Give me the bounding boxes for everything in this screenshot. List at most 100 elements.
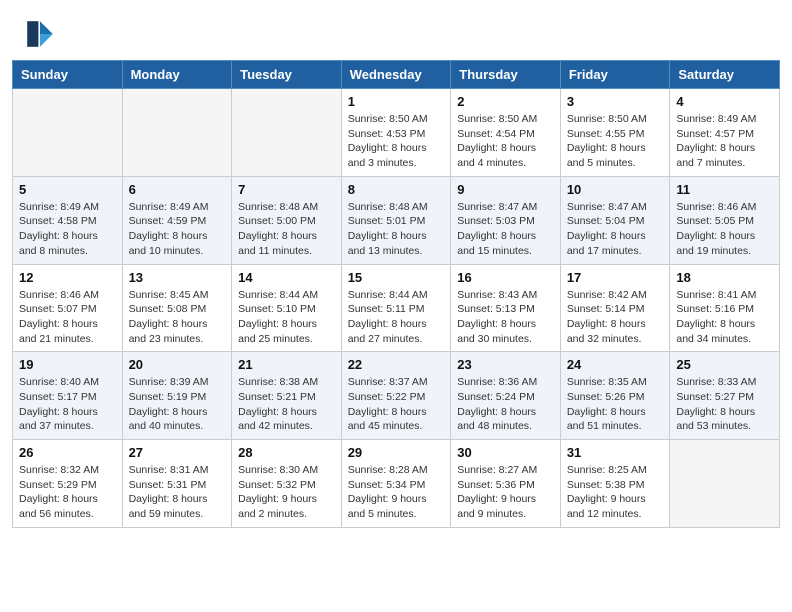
day-info: Sunrise: 8:50 AMSunset: 4:55 PMDaylight:… — [567, 112, 664, 171]
calendar-cell: 21 Sunrise: 8:38 AMSunset: 5:21 PMDayligh… — [232, 352, 342, 440]
day-info: Sunrise: 8:39 AMSunset: 5:19 PMDaylight:… — [129, 375, 226, 434]
day-number: 17 — [567, 270, 664, 285]
day-info: Sunrise: 8:46 AMSunset: 5:05 PMDaylight:… — [676, 200, 773, 259]
day-number: 28 — [238, 445, 335, 460]
calendar-table: SundayMondayTuesdayWednesdayThursdayFrid… — [12, 60, 780, 528]
day-info: Sunrise: 8:35 AMSunset: 5:26 PMDaylight:… — [567, 375, 664, 434]
calendar-cell — [122, 89, 232, 177]
calendar-cell: 14 Sunrise: 8:44 AMSunset: 5:10 PMDayligh… — [232, 264, 342, 352]
day-info: Sunrise: 8:25 AMSunset: 5:38 PMDaylight:… — [567, 463, 664, 522]
day-number: 6 — [129, 182, 226, 197]
day-number: 1 — [348, 94, 445, 109]
day-number: 26 — [19, 445, 116, 460]
day-number: 7 — [238, 182, 335, 197]
day-info: Sunrise: 8:46 AMSunset: 5:07 PMDaylight:… — [19, 288, 116, 347]
day-number: 29 — [348, 445, 445, 460]
calendar-cell: 12Sunrise: 8:46 AMSunset: 5:07 PMDayligh… — [13, 264, 123, 352]
calendar-cell: 5 Sunrise: 8:49 AMSunset: 4:58 PMDaylight… — [13, 176, 123, 264]
day-number: 22 — [348, 357, 445, 372]
calendar-cell: 9Sunrise: 8:47 AMSunset: 5:03 PMDaylight… — [451, 176, 561, 264]
day-number: 5 — [19, 182, 116, 197]
day-number: 18 — [676, 270, 773, 285]
calendar-cell: 30 Sunrise: 8:27 AMSunset: 5:36 PMDayligh… — [451, 440, 561, 528]
logo — [24, 18, 60, 50]
day-info: Sunrise: 8:47 AMSunset: 5:04 PMDaylight:… — [567, 200, 664, 259]
weekday-header-monday: Monday — [122, 61, 232, 89]
day-info: Sunrise: 8:43 AMSunset: 5:13 PMDaylight:… — [457, 288, 554, 347]
calendar-cell: 25 Sunrise: 8:33 AMSunset: 5:27 PMDayligh… — [670, 352, 780, 440]
day-number: 3 — [567, 94, 664, 109]
calendar-cell — [13, 89, 123, 177]
weekday-header-tuesday: Tuesday — [232, 61, 342, 89]
day-number: 11 — [676, 182, 773, 197]
weekday-header-sunday: Sunday — [13, 61, 123, 89]
day-info: Sunrise: 8:48 AMSunset: 5:01 PMDaylight:… — [348, 200, 445, 259]
calendar-cell: 6 Sunrise: 8:49 AMSunset: 4:59 PMDaylight… — [122, 176, 232, 264]
calendar-cell: 27 Sunrise: 8:31 AMSunset: 5:31 PMDayligh… — [122, 440, 232, 528]
calendar-week-row-4: 19 Sunrise: 8:40 AMSunset: 5:17 PMDayligh… — [13, 352, 780, 440]
calendar-cell: 16 Sunrise: 8:43 AMSunset: 5:13 PMDayligh… — [451, 264, 561, 352]
calendar-week-row-2: 5 Sunrise: 8:49 AMSunset: 4:58 PMDaylight… — [13, 176, 780, 264]
day-number: 21 — [238, 357, 335, 372]
day-info: Sunrise: 8:42 AMSunset: 5:14 PMDaylight:… — [567, 288, 664, 347]
day-number: 4 — [676, 94, 773, 109]
day-info: Sunrise: 8:49 AMSunset: 4:59 PMDaylight:… — [129, 200, 226, 259]
calendar-cell: 31 Sunrise: 8:25 AMSunset: 5:38 PMDayligh… — [560, 440, 670, 528]
calendar-week-row-5: 26Sunrise: 8:32 AMSunset: 5:29 PMDayligh… — [13, 440, 780, 528]
weekday-header-friday: Friday — [560, 61, 670, 89]
day-info: Sunrise: 8:40 AMSunset: 5:17 PMDaylight:… — [19, 375, 116, 434]
calendar-wrapper: SundayMondayTuesdayWednesdayThursdayFrid… — [0, 60, 792, 540]
day-number: 24 — [567, 357, 664, 372]
weekday-header-row: SundayMondayTuesdayWednesdayThursdayFrid… — [13, 61, 780, 89]
day-info: Sunrise: 8:36 AMSunset: 5:24 PMDaylight:… — [457, 375, 554, 434]
day-info: Sunrise: 8:47 AMSunset: 5:03 PMDaylight:… — [457, 200, 554, 259]
day-number: 30 — [457, 445, 554, 460]
day-info: Sunrise: 8:30 AMSunset: 5:32 PMDaylight:… — [238, 463, 335, 522]
calendar-cell: 22 Sunrise: 8:37 AMSunset: 5:22 PMDayligh… — [341, 352, 451, 440]
calendar-cell: 4 Sunrise: 8:49 AMSunset: 4:57 PMDaylight… — [670, 89, 780, 177]
day-info: Sunrise: 8:41 AMSunset: 5:16 PMDaylight:… — [676, 288, 773, 347]
day-number: 13 — [129, 270, 226, 285]
day-info: Sunrise: 8:38 AMSunset: 5:21 PMDaylight:… — [238, 375, 335, 434]
day-number: 31 — [567, 445, 664, 460]
day-number: 10 — [567, 182, 664, 197]
day-number: 23 — [457, 357, 554, 372]
calendar-cell: 2Sunrise: 8:50 AMSunset: 4:54 PMDaylight… — [451, 89, 561, 177]
day-info: Sunrise: 8:50 AMSunset: 4:54 PMDaylight:… — [457, 112, 554, 171]
calendar-cell: 18 Sunrise: 8:41 AMSunset: 5:16 PMDayligh… — [670, 264, 780, 352]
day-info: Sunrise: 8:33 AMSunset: 5:27 PMDaylight:… — [676, 375, 773, 434]
weekday-header-thursday: Thursday — [451, 61, 561, 89]
day-number: 19 — [19, 357, 116, 372]
calendar-cell: 11 Sunrise: 8:46 AMSunset: 5:05 PMDayligh… — [670, 176, 780, 264]
day-info: Sunrise: 8:50 AMSunset: 4:53 PMDaylight:… — [348, 112, 445, 171]
day-info: Sunrise: 8:28 AMSunset: 5:34 PMDaylight:… — [348, 463, 445, 522]
calendar-cell: 20 Sunrise: 8:39 AMSunset: 5:19 PMDayligh… — [122, 352, 232, 440]
day-info: Sunrise: 8:31 AMSunset: 5:31 PMDaylight:… — [129, 463, 226, 522]
day-number: 14 — [238, 270, 335, 285]
calendar-cell: 17 Sunrise: 8:42 AMSunset: 5:14 PMDayligh… — [560, 264, 670, 352]
day-number: 25 — [676, 357, 773, 372]
page-header — [0, 0, 792, 60]
day-info: Sunrise: 8:44 AMSunset: 5:11 PMDaylight:… — [348, 288, 445, 347]
day-info: Sunrise: 8:49 AMSunset: 4:58 PMDaylight:… — [19, 200, 116, 259]
day-number: 16 — [457, 270, 554, 285]
day-info: Sunrise: 8:45 AMSunset: 5:08 PMDaylight:… — [129, 288, 226, 347]
calendar-cell: 8 Sunrise: 8:48 AMSunset: 5:01 PMDaylight… — [341, 176, 451, 264]
calendar-cell: 10 Sunrise: 8:47 AMSunset: 5:04 PMDayligh… — [560, 176, 670, 264]
calendar-cell: 15Sunrise: 8:44 AMSunset: 5:11 PMDayligh… — [341, 264, 451, 352]
weekday-header-wednesday: Wednesday — [341, 61, 451, 89]
day-info: Sunrise: 8:49 AMSunset: 4:57 PMDaylight:… — [676, 112, 773, 171]
day-info: Sunrise: 8:37 AMSunset: 5:22 PMDaylight:… — [348, 375, 445, 434]
day-number: 20 — [129, 357, 226, 372]
calendar-cell: 13 Sunrise: 8:45 AMSunset: 5:08 PMDayligh… — [122, 264, 232, 352]
calendar-cell: 26Sunrise: 8:32 AMSunset: 5:29 PMDayligh… — [13, 440, 123, 528]
calendar-cell: 7 Sunrise: 8:48 AMSunset: 5:00 PMDaylight… — [232, 176, 342, 264]
day-info: Sunrise: 8:27 AMSunset: 5:36 PMDaylight:… — [457, 463, 554, 522]
day-info: Sunrise: 8:44 AMSunset: 5:10 PMDaylight:… — [238, 288, 335, 347]
day-number: 8 — [348, 182, 445, 197]
calendar-week-row-3: 12Sunrise: 8:46 AMSunset: 5:07 PMDayligh… — [13, 264, 780, 352]
calendar-cell — [670, 440, 780, 528]
day-info: Sunrise: 8:48 AMSunset: 5:00 PMDaylight:… — [238, 200, 335, 259]
day-number: 27 — [129, 445, 226, 460]
calendar-cell — [232, 89, 342, 177]
